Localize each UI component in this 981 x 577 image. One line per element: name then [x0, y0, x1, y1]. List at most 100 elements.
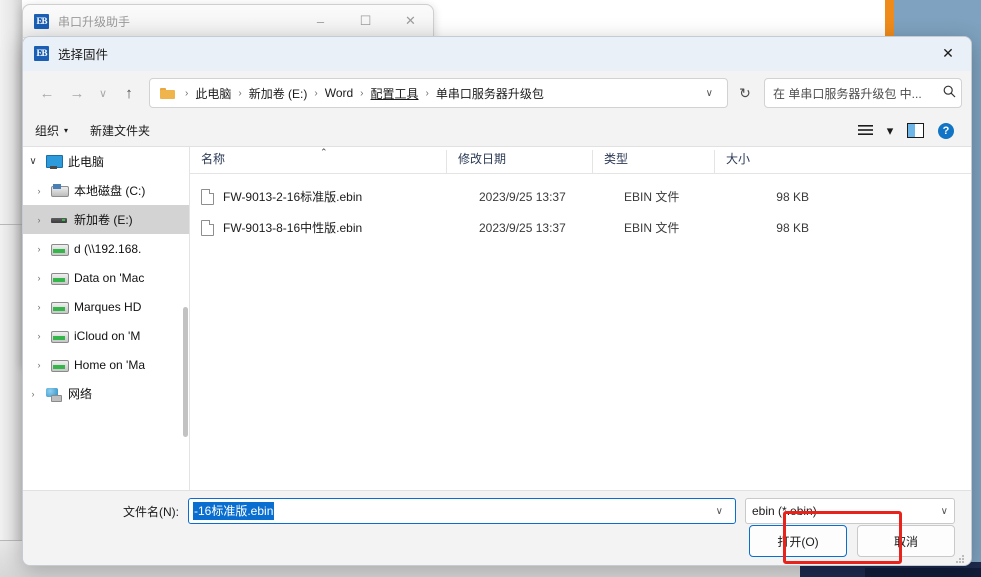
dialog-close-icon[interactable]: ✕ — [925, 37, 971, 70]
app-icon: EB — [34, 13, 49, 29]
chevron-right-icon[interactable]: › — [29, 215, 49, 225]
breadcrumb-separator-2: › — [314, 87, 318, 99]
chevron-right-icon[interactable]: › — [29, 331, 49, 341]
breadcrumb-item-0[interactable]: 此电脑 — [193, 84, 233, 103]
organize-label: 组织 — [35, 124, 60, 138]
column-header-date[interactable]: 修改日期 — [446, 150, 592, 173]
network-drive-icon — [51, 300, 69, 314]
breadcrumb-item-3[interactable]: 配置工具 — [369, 84, 421, 103]
network-drive-icon — [51, 271, 69, 285]
chevron-down-icon[interactable]: ▾ — [883, 120, 897, 142]
file-modified: 2023/9/25 13:37 — [479, 189, 566, 204]
refresh-icon[interactable]: ↻ — [730, 79, 760, 107]
sidebar-item-label: 本地磁盘 (C:) — [74, 184, 146, 198]
sidebar-item-this-pc[interactable]: ∨ 此电脑 — [23, 147, 189, 176]
close-button[interactable]: ✕ — [388, 5, 433, 37]
help-glyph: ? — [938, 122, 954, 139]
file-icon — [201, 219, 214, 236]
background-left-gutter — [0, 0, 22, 577]
back-button[interactable]: ← — [32, 78, 62, 108]
sidebar-item-label: 此电脑 — [68, 155, 105, 169]
background-divider-top — [0, 224, 22, 225]
command-toolbar: 组织 ▾ 新建文件夹 ▾ ? — [23, 115, 971, 147]
file-open-dialog: EB 选择固件 ✕ ← → ∨ ↑ › 此电脑 › 新加卷 (E:) › Wor… — [22, 36, 972, 566]
sidebar-item-label: 网络 — [68, 387, 93, 401]
folder-icon — [160, 87, 175, 99]
network-drive-icon — [51, 358, 69, 372]
search-input[interactable]: 在 单串口服务器升级包 中... — [765, 85, 937, 102]
table-row[interactable]: FW-9013-2-16标准版.ebin 2023/9/25 13:37 EBI… — [190, 181, 971, 212]
sidebar-item-data-on-mac[interactable]: › Data on 'Mac — [23, 263, 189, 292]
chevron-down-icon[interactable]: ∨ — [23, 156, 43, 167]
sidebar-item-icloud-on-mac[interactable]: › iCloud on 'M — [23, 321, 189, 350]
toolbar-right-group: ▾ ? — [852, 120, 959, 142]
search-box[interactable]: 在 单串口服务器升级包 中... — [764, 78, 962, 108]
file-type: EBIN 文件 — [624, 190, 680, 204]
up-button[interactable]: ↑ — [114, 78, 144, 108]
screen: EB 串口升级助手 – ☐ ✕ EB 选择固件 ✕ ← → ∨ ↑ › 此电脑 … — [0, 0, 981, 577]
system-drive-icon — [51, 183, 69, 198]
network-globe-icon — [45, 387, 62, 402]
sidebar-item-label: Data on 'Mac — [74, 270, 145, 285]
chevron-down-icon[interactable]: ∨ — [708, 506, 731, 517]
sidebar-item-home-on-mac[interactable]: › Home on 'Ma — [23, 350, 189, 379]
drive-icon — [51, 213, 68, 227]
chevron-right-icon[interactable]: › — [29, 273, 49, 283]
chevron-right-icon[interactable]: › — [29, 360, 49, 370]
chevron-down-icon[interactable]: ∨ — [696, 88, 723, 99]
breadcrumb[interactable]: › 此电脑 › 新加卷 (E:) › Word › 配置工具 › 单串口服务器升… — [149, 78, 728, 108]
chevron-right-icon[interactable]: › — [29, 186, 49, 196]
forward-button[interactable]: → — [62, 78, 92, 108]
breadcrumb-item-1[interactable]: 新加卷 (E:) — [247, 84, 310, 103]
column-header-size[interactable]: 大小 — [714, 150, 801, 173]
filetype-select[interactable]: ebin (*.ebin) ∨ — [745, 498, 955, 524]
background-orange-accent — [885, 0, 894, 38]
organize-button[interactable]: 组织 ▾ — [35, 122, 68, 139]
dialog-footer: 文件名(N): -16标准版.ebin ∨ ebin (*.ebin) ∨ 打开… — [23, 490, 971, 565]
sidebar-scrollbar[interactable] — [183, 307, 188, 437]
network-drive-icon — [51, 329, 69, 343]
chevron-down-icon: ▾ — [64, 126, 69, 135]
filename-input[interactable]: -16标准版.ebin ∨ — [188, 498, 736, 524]
file-type: EBIN 文件 — [624, 221, 680, 235]
navigation-pane[interactable]: ∨ 此电脑 › 本地磁盘 (C:) › 新加卷 (E:) › d (\\192.… — [23, 147, 190, 490]
sidebar-item-local-disk-c[interactable]: › 本地磁盘 (C:) — [23, 176, 189, 205]
column-header-type[interactable]: 类型 — [592, 150, 714, 173]
list-view-icon[interactable] — [852, 120, 878, 142]
preview-pane-icon[interactable] — [902, 120, 928, 142]
sidebar-item-marques-hd[interactable]: › Marques HD — [23, 292, 189, 321]
chevron-right-icon[interactable]: › — [23, 389, 43, 399]
sort-ascending-icon: ⌃ — [320, 147, 328, 157]
breadcrumb-item-2[interactable]: Word — [323, 85, 355, 101]
host-window-title: 串口升级助手 — [58, 14, 131, 29]
table-row[interactable]: FW-9013-8-16中性版.ebin 2023/9/25 13:37 EBI… — [190, 212, 971, 243]
dialog-titlebar: EB 选择固件 ✕ — [23, 37, 971, 71]
chevron-down-icon: ∨ — [940, 505, 948, 517]
column-label: 名称 — [201, 152, 226, 166]
sidebar-item-new-volume-e[interactable]: › 新加卷 (E:) — [23, 205, 189, 234]
maximize-button[interactable]: ☐ — [343, 5, 388, 37]
file-icon — [201, 188, 214, 205]
cancel-button[interactable]: 取消 — [857, 525, 955, 557]
recent-locations-button[interactable]: ∨ — [92, 78, 114, 108]
filename-value: -16标准版.ebin — [193, 502, 275, 520]
breadcrumb-item-4[interactable]: 单串口服务器升级包 — [434, 84, 546, 103]
chevron-right-icon[interactable]: › — [29, 244, 49, 254]
chevron-right-icon[interactable]: › — [29, 302, 49, 312]
column-header-name[interactable]: 名称 ⌃ — [190, 147, 446, 173]
resize-grip[interactable] — [955, 554, 965, 564]
minimize-button[interactable]: – — [298, 5, 343, 37]
breadcrumb-separator-3: › — [360, 87, 364, 99]
breadcrumb-separator-0: › — [185, 87, 189, 99]
file-list-pane[interactable]: 名称 ⌃ 修改日期 类型 大小 FW-9013-2-16标准版.ebin 202… — [190, 147, 971, 490]
sidebar-item-label: iCloud on 'M — [74, 328, 141, 343]
dialog-buttons: 打开(O) 取消 — [749, 525, 955, 557]
dialog-app-icon: EB — [34, 46, 49, 61]
open-button[interactable]: 打开(O) — [749, 525, 847, 557]
sidebar-item-d-network[interactable]: › d (\\192.168. — [23, 234, 189, 263]
sidebar-item-network[interactable]: › 网络 — [23, 379, 189, 408]
search-icon — [937, 85, 961, 101]
help-icon[interactable]: ? — [933, 120, 959, 142]
file-modified: 2023/9/25 13:37 — [479, 220, 566, 235]
new-folder-button[interactable]: 新建文件夹 — [90, 122, 150, 139]
